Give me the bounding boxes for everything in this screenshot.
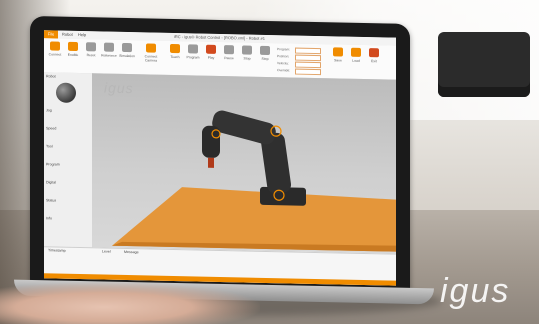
ribbon-label: Exit [371,59,377,64]
ribbon-label: Reference [101,53,117,58]
ribbon-exit-button[interactable]: Exit [366,48,382,63]
robot-scene [112,110,396,252]
save-icon [333,47,343,57]
ribbon-label: Enable [67,52,79,58]
step-icon [260,45,270,56]
sidebar-heading-status: Status [46,198,57,203]
ribbon-program-button[interactable]: Program [185,44,201,60]
ribbon-play-button[interactable]: Play [203,44,219,60]
reset-icon [86,42,96,52]
ribbon-save-button[interactable]: Save [330,47,346,63]
velocity-field[interactable] [295,61,321,69]
log-panel: Timestamp Level Message [44,246,396,286]
play-icon [206,44,216,54]
menu-file[interactable]: File [44,30,58,39]
ribbon-label: Teach [170,54,180,60]
ribbon-pause-button[interactable]: Pause [221,45,237,60]
ribbon-teach-button[interactable]: Teach [167,43,183,60]
ribbon-label: Connect Camera [144,54,158,63]
log-header-timestamp: Timestamp [48,248,66,253]
teach-icon [170,43,180,54]
ribbon-label: Simulation [119,53,135,59]
3d-viewport[interactable]: igus [92,73,396,254]
log-header-level: Level [102,249,111,254]
ribbon-label: Reset [86,53,96,58]
user-hands [0,282,260,324]
ribbon-label: Program [186,55,200,60]
ribbon-label: Save [334,58,342,63]
sidebar-heading-jog: Jog [46,108,52,113]
ribbon-label: Step [261,56,269,61]
photo-frame: File Robot Help iRC - igus® Robot Contro… [0,0,539,324]
reference-icon [104,42,114,52]
stop-icon [242,45,252,55]
ribbon-label: Pause [224,56,234,61]
sidebar-heading-tool: Tool [46,144,53,149]
ribbon-enable-button[interactable]: Enable [65,41,81,58]
override-label: Override: [277,68,291,73]
load-icon [351,47,361,57]
robot-jog-knob[interactable] [56,82,76,103]
ribbon-label: Connect [48,52,62,57]
ribbon-reference-button[interactable]: Reference [101,42,117,58]
background-device [438,32,530,97]
laptop-screen: File Robot Help iRC - igus® Robot Contro… [44,30,396,286]
log-header-message: Message [124,249,139,255]
sidebar-heading-digital: Digital [46,180,56,185]
ribbon-simulation-button[interactable]: Simulation [119,42,135,59]
sidebar-heading-robot: Robot [46,74,56,79]
menu-help[interactable]: Help [78,31,86,39]
sidebar-heading-info: Info [46,216,52,221]
floor-plane [112,187,396,252]
program-icon [188,44,198,54]
menu-robot[interactable]: Robot [62,31,73,39]
laptop-lid: File Robot Help iRC - igus® Robot Contro… [30,16,410,296]
program-label: Program: [277,47,291,52]
program-field[interactable] [295,47,321,55]
ribbon-label: Stop [243,56,251,61]
ribbon-label: Play [207,55,215,60]
camera-icon [146,43,156,53]
ribbon-reset-button[interactable]: Reset [83,42,99,57]
ribbon-stop-button[interactable]: Stop [239,45,255,61]
robot-upper-arm [212,110,276,145]
control-sidebar: Robot Jog Speed Tool Program Digital Sta… [44,72,93,248]
ribbon-step-button[interactable]: Step [257,45,273,61]
override-field[interactable] [295,68,321,76]
ribbon-camera-button[interactable]: Connect Camera [143,43,159,63]
ribbon-connect-button[interactable]: Connect [47,41,63,57]
position-field[interactable] [295,54,321,62]
ribbon-load-button[interactable]: Load [348,47,364,63]
robot-gripper [208,157,214,168]
ribbon-label: Load [352,58,360,63]
connect-icon [50,41,60,51]
brand-watermark: igus [440,272,511,310]
velocity-label: Velocity: [277,61,289,66]
position-label: Position: [277,54,290,59]
pause-icon [224,45,234,55]
enable-icon [68,41,78,52]
simulation-icon [122,42,132,53]
exit-icon [369,48,379,58]
sidebar-heading-speed: Speed [46,126,57,131]
sidebar-heading-program: Program [46,162,60,167]
